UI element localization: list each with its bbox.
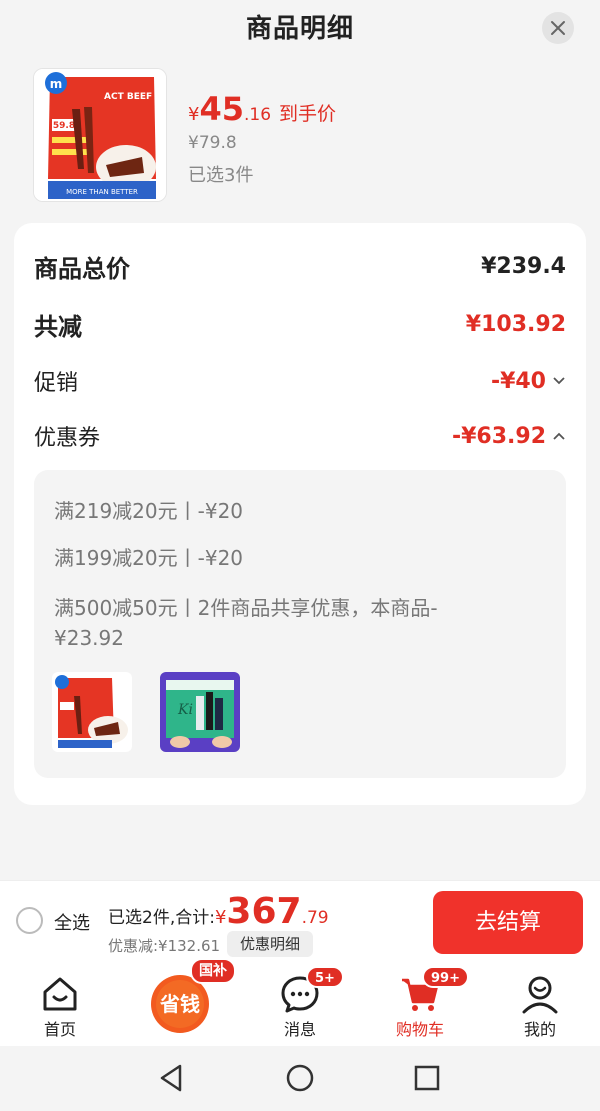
coupon-item: 满199减20元丨-¥20 [54, 546, 244, 570]
final-price: ¥45.16 到手价 [188, 90, 336, 128]
tab-messages-label: 消息 [283, 1020, 316, 1039]
price-yen: ¥ [188, 104, 200, 125]
product-image[interactable]: m ACT BEEF 59.8 MORE THAN BETTER [33, 68, 167, 202]
coupon-label: 优惠券 [34, 426, 101, 451]
home-nav-icon[interactable] [284, 1062, 316, 1094]
home-icon [43, 977, 77, 1011]
total-value: ¥239.4 [481, 254, 566, 279]
coupon-row[interactable]: 优惠券 -¥63.92 [34, 420, 566, 452]
bottom-tab-bar: 首页 省钱 国补 5+ 消息 99+ 购物车 我的 [0, 958, 600, 1046]
select-all-label[interactable]: 全选 [54, 909, 90, 935]
sum-total: 已选2件,合计:¥367.79 [108, 891, 329, 932]
coupon-details: 满219减20元丨-¥20 满199减20元丨-¥20 满500减50元丨2件商… [34, 470, 566, 778]
price-decimal: .16 [243, 105, 272, 125]
select-all-checkbox[interactable] [16, 907, 43, 934]
tab-me[interactable]: 我的 [480, 964, 600, 1046]
promo-label: 促销 [34, 371, 79, 396]
price-integer: 45 [199, 90, 244, 128]
back-nav-icon[interactable] [156, 1062, 188, 1094]
tab-cart-label: 购物车 [395, 1020, 444, 1039]
price-tag: 到手价 [279, 103, 337, 125]
promo-row[interactable]: 促销 -¥40 [34, 365, 566, 397]
coupon-item: 满219减20元丨-¥20 [54, 499, 244, 523]
tab-home-label: 首页 [43, 1020, 76, 1039]
svg-text:m: m [50, 77, 63, 91]
coupon-item: 满500减50元丨2件商品共享优惠，本商品-¥23.92 [54, 596, 438, 650]
price-breakdown-card: 商品总价 ¥239.4 共减 ¥103.92 促销 -¥40 优惠券 -¥63.… [14, 223, 586, 805]
recents-nav-icon[interactable] [411, 1062, 443, 1094]
tab-save-money[interactable]: 省钱 国补 [120, 958, 240, 1046]
thumb-slogan: MORE THAN BETTER [66, 188, 138, 196]
discount-text: 优惠减:¥132.61 [108, 937, 221, 955]
product-detail-sheet: 商品明细 m ACT BEEF 59.8 MORE THAN BETTER ¥4… [0, 0, 600, 880]
checkout-bar: 全选 已选2件,合计:¥367.79 优惠减:¥132.61 优惠明细 去结算 [0, 880, 600, 964]
close-button[interactable] [542, 12, 574, 44]
selected-count: 已选3件 [188, 165, 254, 186]
svg-text:Ki: Ki [177, 702, 193, 718]
reduce-label: 共减 [34, 313, 82, 341]
reduce-value: ¥103.92 [465, 312, 566, 337]
thumb-brand-text: ACT BEEF [104, 92, 152, 102]
promo-value: -¥40 [490, 368, 546, 394]
total-label: 商品总价 [34, 255, 130, 283]
checkout-button[interactable]: 去结算 [433, 891, 583, 954]
sum-integer: 367 [226, 891, 302, 932]
cart-badge: 99+ [422, 966, 469, 988]
tab-me-label: 我的 [523, 1020, 556, 1039]
tab-cart[interactable]: 99+ 购物车 [360, 964, 480, 1046]
original-price: ¥79.8 [188, 133, 237, 153]
sum-prefix: 已选2件,合计: [108, 908, 215, 928]
total-row: 商品总价 ¥239.4 [34, 249, 566, 284]
sum-decimal: .79 [301, 908, 329, 928]
thumb-sticker-price: 59.8 [53, 121, 75, 131]
messages-badge: 5+ [306, 966, 344, 988]
coupon-product-image[interactable]: Ki [160, 672, 240, 752]
coupon-product-image[interactable] [52, 672, 132, 752]
page-title: 商品明细 [245, 14, 354, 44]
profile-icon [522, 976, 558, 1014]
system-nav-bar [0, 1046, 600, 1111]
chevron-down-icon[interactable] [552, 374, 566, 388]
chevron-up-icon[interactable] [552, 429, 566, 443]
sheet-header: 商品明细 [0, 0, 600, 58]
tab-messages[interactable]: 5+ 消息 [240, 964, 360, 1046]
tab-home[interactable]: 首页 [0, 964, 120, 1046]
product-summary: m ACT BEEF 59.8 MORE THAN BETTER ¥45.16 到… [33, 68, 573, 204]
sum-yen: ¥ [214, 907, 227, 928]
coupon-value: -¥63.92 [451, 423, 546, 449]
reduce-row: 共减 ¥103.92 [34, 307, 566, 342]
discount-detail-button[interactable]: 优惠明细 [227, 931, 313, 957]
subsidy-badge: 国补 [190, 958, 236, 984]
close-icon [551, 21, 565, 35]
save-money-label: 省钱 [160, 992, 200, 1016]
